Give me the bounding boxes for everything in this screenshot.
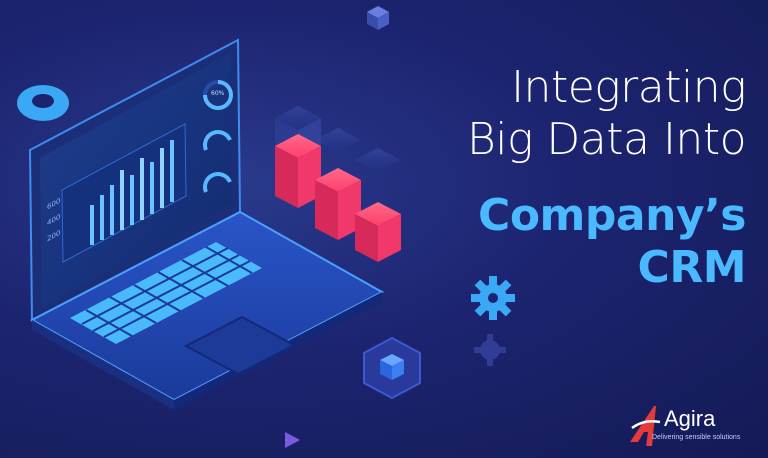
headline-line-1: Integrating [511,62,746,113]
headline: Integrating Big Data Into [386,62,747,166]
gauge-label: 60% [211,90,225,97]
cube-icon [315,128,361,240]
ring-icon [17,85,69,121]
cube-icon [367,6,389,30]
headline-line-3: Company’s [478,190,746,241]
headline-line-4: CRM [637,242,747,293]
gear-icon [474,334,506,366]
logo-icon [630,406,661,446]
triangle-shape [285,432,300,448]
cube-icon [275,106,321,208]
brand-name: Agira [664,406,716,431]
headline-accent: Company’s CRM [386,190,746,294]
brand-logo: Agira Delivering sensible solutions [624,404,754,448]
brand-tagline: Delivering sensible solutions [652,434,741,441]
headline-line-2: Big Data Into [466,114,747,165]
cube-icon [363,336,421,400]
